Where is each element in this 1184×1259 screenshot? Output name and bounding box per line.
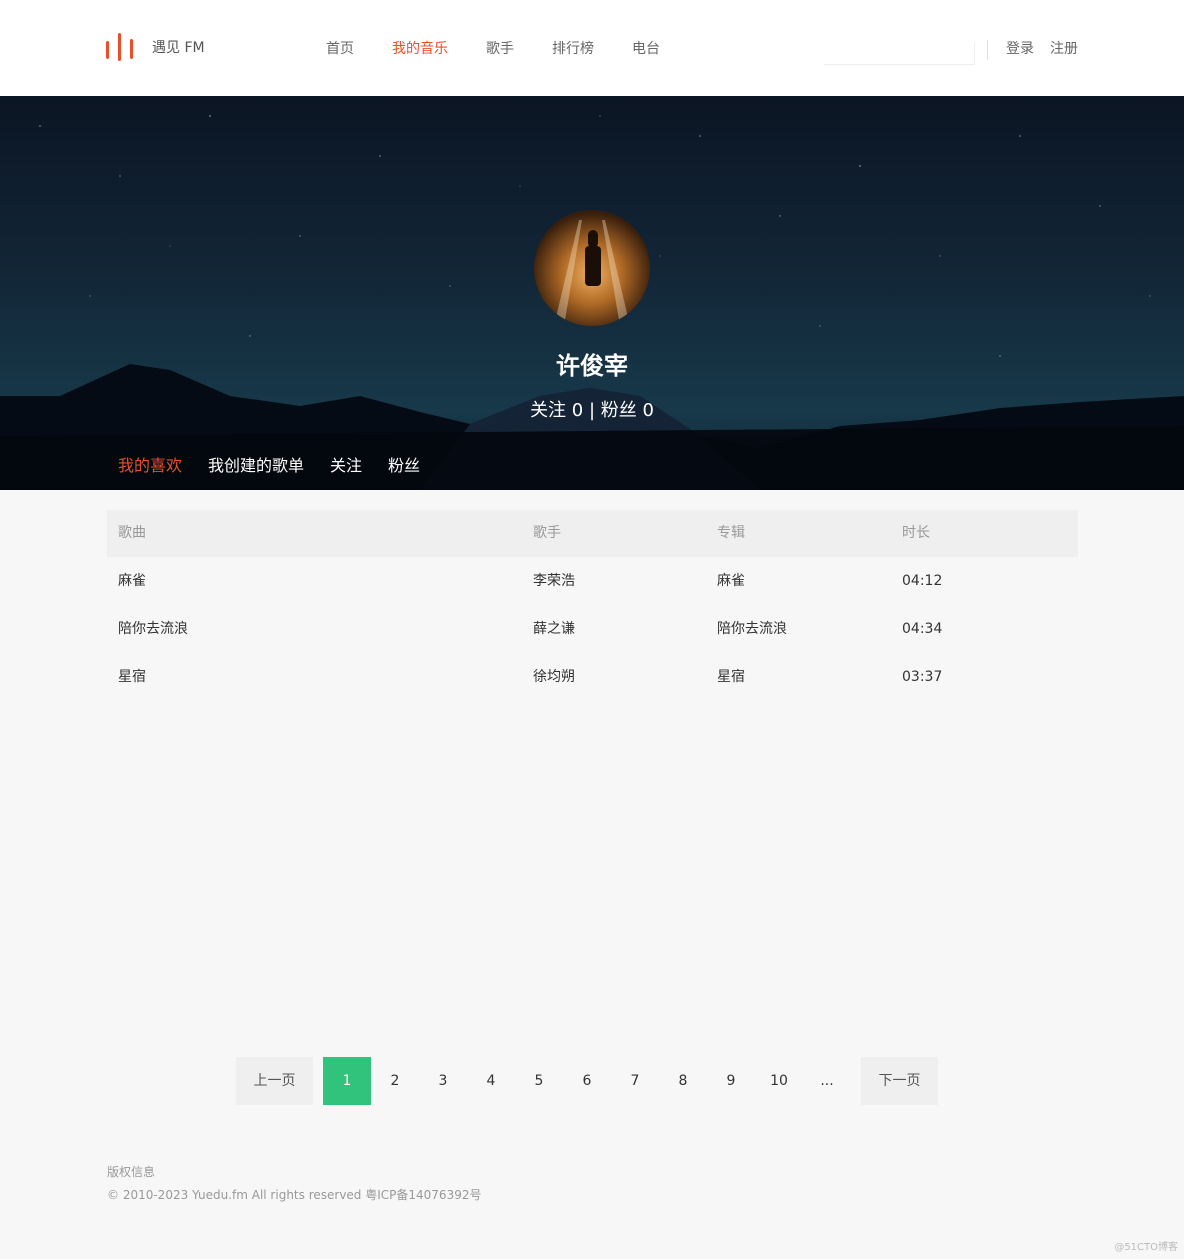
main-nav: 首页 我的音乐 歌手 排行榜 电台	[326, 38, 698, 58]
search-input[interactable]	[824, 42, 975, 65]
tab-following[interactable]: 关注	[330, 452, 362, 476]
nav-artists[interactable]: 歌手	[486, 38, 514, 58]
table-header: 歌曲 歌手 专辑 时长	[107, 510, 1078, 557]
profile-banner: 许俊宰 关注 0 | 粉丝 0 我的喜欢 我创建的歌单 关注 粉丝	[0, 96, 1184, 490]
user-avatar[interactable]	[534, 210, 650, 326]
logo-bars-icon	[106, 33, 134, 61]
logo-text: 遇见 FM	[152, 40, 205, 56]
song-artist[interactable]: 李荣浩	[533, 557, 575, 605]
header-duration: 时长	[902, 525, 930, 541]
header-album: 专辑	[717, 525, 745, 541]
song-duration: 03:37	[902, 669, 943, 685]
footer-title: 版权信息	[107, 1165, 156, 1179]
song-duration: 04:34	[902, 621, 943, 637]
user-stats: 关注 0 | 粉丝 0	[530, 400, 654, 421]
page-4-button[interactable]: 4	[467, 1057, 515, 1105]
nav-radio[interactable]: 电台	[632, 38, 660, 58]
page-8-button[interactable]: 8	[659, 1057, 707, 1105]
watermark: @51CTO博客	[1114, 1242, 1178, 1253]
register-link[interactable]: 注册	[1050, 38, 1078, 58]
song-artist[interactable]: 徐均朔	[533, 653, 575, 701]
song-album[interactable]: 星宿	[717, 653, 745, 701]
page-3-button[interactable]: 3	[419, 1057, 467, 1105]
footer-copyright: © 2010-2023 Yuedu.fm All rights reserved…	[107, 1188, 482, 1202]
table-row[interactable]: 陪你去流浪 薛之谦 陪你去流浪 04:34	[107, 605, 1078, 653]
table-row[interactable]: 麻雀 李荣浩 麻雀 04:12	[107, 557, 1078, 605]
next-page-button[interactable]: 下一页	[861, 1057, 938, 1105]
page-9-button[interactable]: 9	[707, 1057, 755, 1105]
page-ellipsis: ...	[820, 1073, 834, 1089]
profile-tabs: 我的喜欢 我创建的歌单 关注 粉丝	[118, 452, 446, 476]
page-10-button[interactable]: 10	[755, 1057, 803, 1105]
nav-my-music[interactable]: 我的音乐	[392, 38, 448, 58]
pagination: 上一页 1 2 3 4 5 6 7 8 9 10 ... 下一页	[0, 1057, 1184, 1105]
page-2-button[interactable]: 2	[371, 1057, 419, 1105]
header-artist: 歌手	[533, 525, 561, 541]
user-name: 许俊宰	[556, 352, 628, 380]
prev-page-button[interactable]: 上一页	[236, 1057, 313, 1105]
song-title[interactable]: 星宿	[118, 653, 146, 701]
nav-charts[interactable]: 排行榜	[552, 38, 594, 58]
page-5-button[interactable]: 5	[515, 1057, 563, 1105]
login-link[interactable]: 登录	[1006, 38, 1034, 58]
table-row[interactable]: 星宿 徐均朔 星宿 03:37	[107, 653, 1078, 701]
header-song: 歌曲	[118, 525, 146, 541]
song-table: 歌曲 歌手 专辑 时长 麻雀 李荣浩 麻雀 04:12 陪你去流浪 薛之谦 陪你…	[107, 510, 1078, 701]
song-title[interactable]: 麻雀	[118, 557, 146, 605]
song-album[interactable]: 陪你去流浪	[717, 605, 787, 653]
top-header: 遇见 FM 首页 我的音乐 歌手 排行榜 电台 登录 注册	[0, 0, 1184, 96]
song-duration: 04:12	[902, 573, 943, 589]
page-1-button[interactable]: 1	[323, 1057, 371, 1105]
tab-my-likes[interactable]: 我的喜欢	[118, 452, 182, 476]
tab-my-playlists[interactable]: 我创建的歌单	[208, 452, 304, 476]
nav-home[interactable]: 首页	[326, 38, 354, 58]
song-title[interactable]: 陪你去流浪	[118, 605, 188, 653]
header-divider	[987, 40, 988, 60]
song-artist[interactable]: 薛之谦	[533, 605, 575, 653]
tab-fans[interactable]: 粉丝	[388, 452, 420, 476]
page-7-button[interactable]: 7	[611, 1057, 659, 1105]
song-album[interactable]: 麻雀	[717, 557, 745, 605]
logo[interactable]: 遇见 FM	[106, 33, 205, 61]
page-6-button[interactable]: 6	[563, 1057, 611, 1105]
